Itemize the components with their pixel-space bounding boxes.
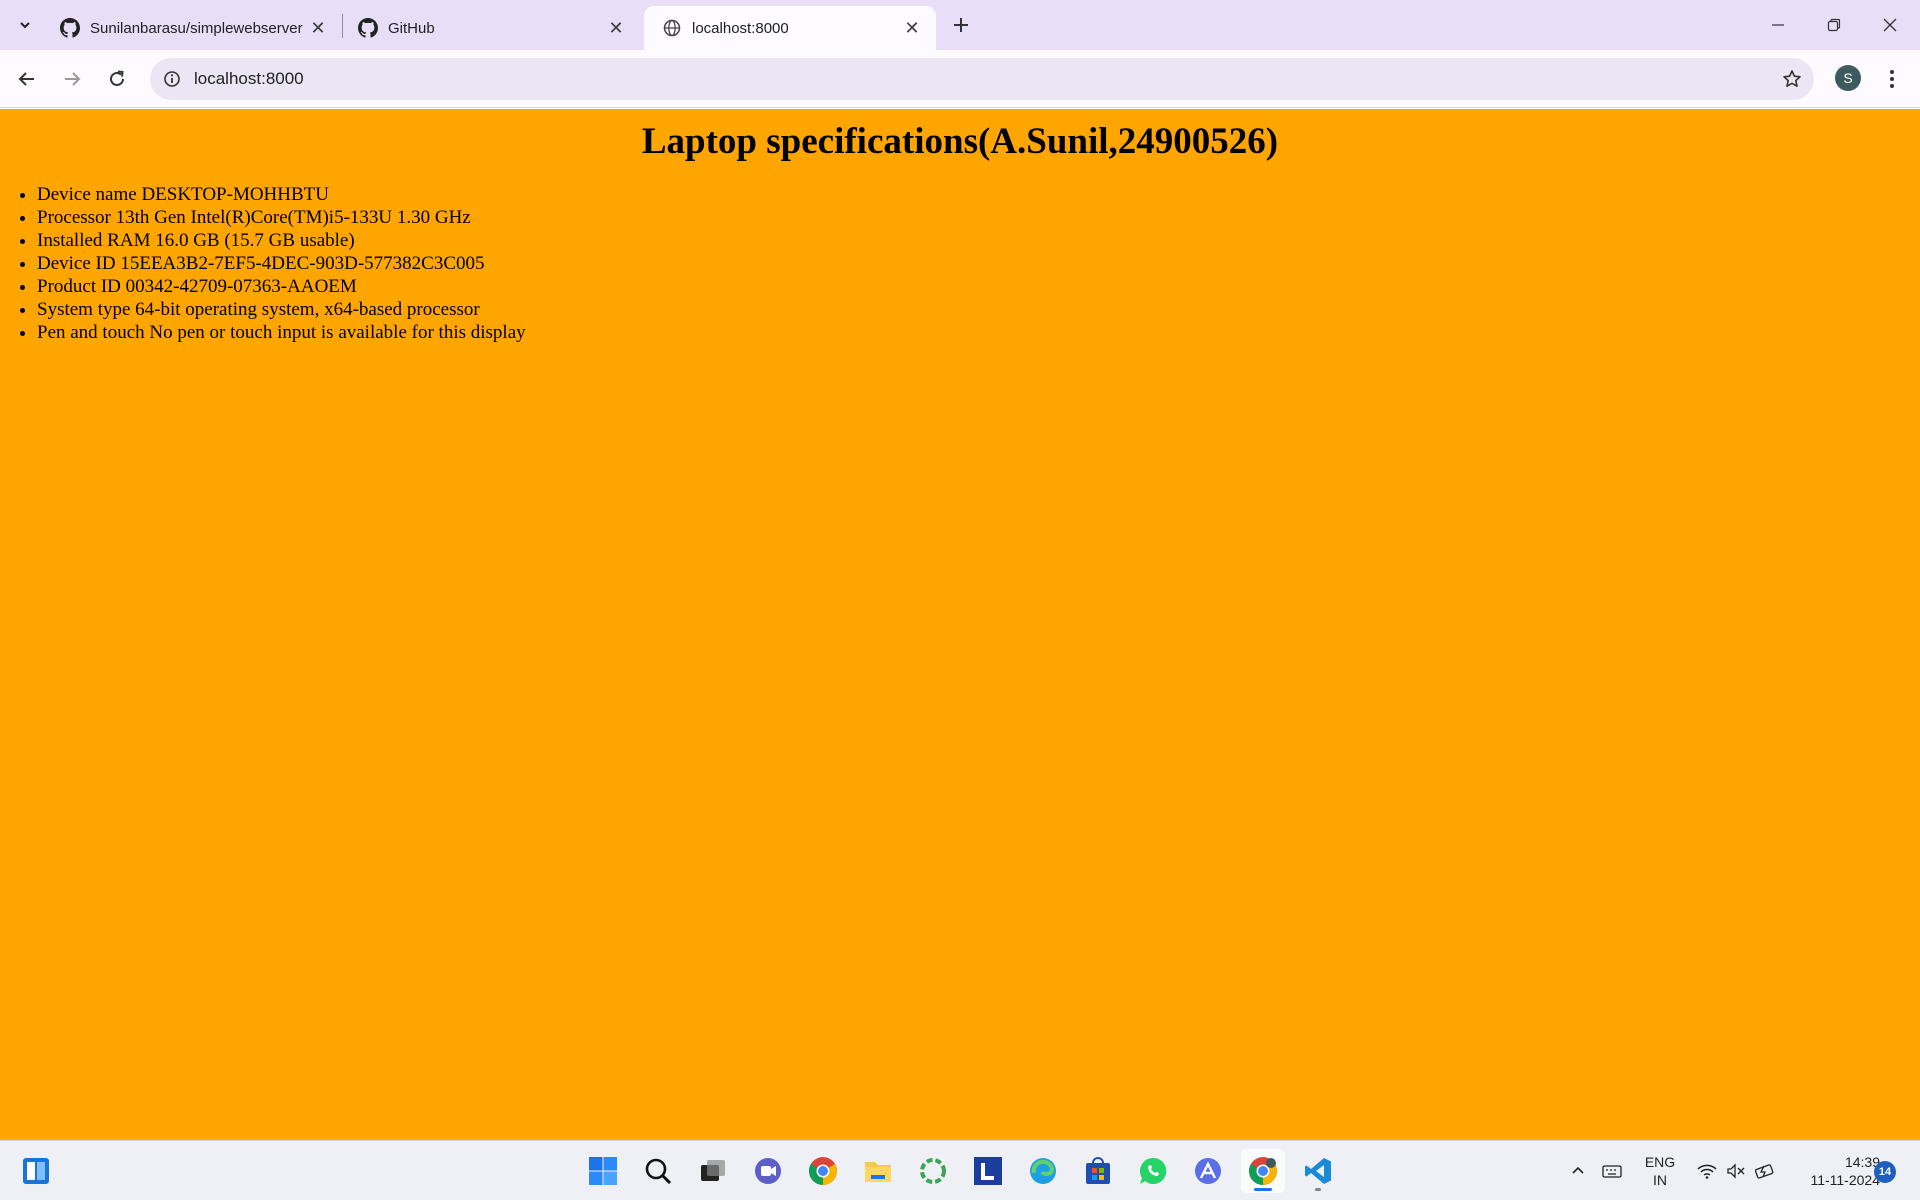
spec-item-device-id: Device ID 15EEA3B2-7EF5-4DEC-903D-577382…: [37, 252, 1920, 275]
restore-icon: [1827, 18, 1841, 32]
spec-item-system-type: System type 64-bit operating system, x64…: [37, 298, 1920, 321]
back-button[interactable]: [10, 62, 44, 96]
close-tab-icon[interactable]: ✕: [308, 18, 328, 38]
address-bar[interactable]: localhost:8000: [150, 58, 1814, 100]
meet-icon[interactable]: [746, 1149, 790, 1193]
speaker-muted-icon[interactable]: [1723, 1141, 1749, 1200]
tab-title: GitHub: [388, 19, 435, 37]
spec-item-ram: Installed RAM 16.0 GB (15.7 GB usable): [37, 229, 1920, 252]
tab-simplewebserver[interactable]: Sunilanbarasu/simplewebserver ✕: [42, 6, 342, 50]
minimize-button[interactable]: [1750, 0, 1806, 50]
tab-github[interactable]: GitHub ✕: [340, 6, 640, 50]
close-icon: [1883, 18, 1897, 32]
task-view-icon[interactable]: [691, 1149, 735, 1193]
reload-button[interactable]: [100, 62, 134, 96]
tab-title: localhost:8000: [692, 19, 789, 37]
clock-time: 14:39: [1844, 1154, 1880, 1170]
store-icon[interactable]: [1076, 1149, 1120, 1193]
profile-avatar[interactable]: S: [1835, 65, 1861, 91]
close-window-button[interactable]: [1862, 0, 1918, 50]
spec-list: Device name DESKTOP-MOHHBTU Processor 13…: [0, 183, 1920, 344]
chrome-profile-icon[interactable]: [1241, 1149, 1285, 1193]
web-page-content: Laptop specifications(A.Sunil,24900526) …: [0, 109, 1920, 1140]
chevron-down-icon: [20, 22, 30, 29]
new-tab-button[interactable]: [946, 10, 976, 40]
minimize-icon: [1772, 24, 1784, 26]
windows-start-icon[interactable]: [581, 1149, 625, 1193]
github-icon: [358, 18, 378, 38]
green-ring-app-icon[interactable]: [911, 1149, 955, 1193]
close-tab-icon[interactable]: ✕: [606, 18, 626, 38]
tab-search-button[interactable]: [10, 10, 40, 40]
battery-charging-icon[interactable]: [1752, 1141, 1778, 1200]
spec-item-pen-touch: Pen and touch No pen or touch input is a…: [37, 321, 1920, 344]
globe-icon: [662, 18, 682, 38]
search-icon[interactable]: [636, 1149, 680, 1193]
site-info-icon[interactable]: [150, 58, 194, 100]
restore-button[interactable]: [1806, 0, 1862, 50]
reload-icon: [110, 70, 124, 86]
url-text[interactable]: localhost:8000: [194, 69, 1770, 89]
vscode-icon[interactable]: [1296, 1149, 1340, 1193]
forward-button[interactable]: [55, 62, 89, 96]
github-icon: [60, 18, 80, 38]
file-explorer-icon[interactable]: [856, 1149, 900, 1193]
tab-strip: Sunilanbarasu/simplewebserver ✕ GitHub ✕…: [0, 0, 1920, 50]
notification-badge[interactable]: 14: [1874, 1161, 1896, 1183]
bookmark-star-icon[interactable]: [1770, 58, 1814, 100]
spec-item-product-id: Product ID 00342-42709-07363-AAOEM: [37, 275, 1920, 298]
clock-date: 11-11-2024: [1810, 1172, 1880, 1188]
vpn-app-icon[interactable]: [1186, 1149, 1230, 1193]
l-app-icon[interactable]: [966, 1149, 1010, 1193]
forward-arrow-icon: [65, 72, 81, 86]
language-indicator[interactable]: ENG IN: [1640, 1153, 1680, 1189]
tab-localhost[interactable]: localhost:8000 ✕: [644, 6, 936, 50]
chrome-icon[interactable]: [801, 1149, 845, 1193]
tab-title: Sunilanbarasu/simplewebserver: [90, 19, 303, 37]
widgets-icon[interactable]: [14, 1149, 58, 1193]
kebab-menu-icon: [1890, 70, 1894, 88]
system-clock[interactable]: 14:39 11-11-2024: [1790, 1153, 1880, 1189]
page-heading: Laptop specifications(A.Sunil,24900526): [641, 121, 1279, 162]
running-app-indicator: [1315, 1188, 1321, 1191]
active-app-indicator: [1254, 1188, 1272, 1191]
spec-item-processor: Processor 13th Gen Intel(R)Core(TM)i5-13…: [37, 206, 1920, 229]
spec-item-device-name: Device name DESKTOP-MOHHBTU: [37, 183, 1920, 206]
language-code: ENG: [1644, 1154, 1676, 1170]
whatsapp-icon[interactable]: [1131, 1149, 1175, 1193]
back-arrow-icon: [18, 72, 34, 86]
browser-menu-button[interactable]: [1880, 62, 1904, 96]
show-hidden-icons-chevron-up-icon[interactable]: [1566, 1141, 1590, 1200]
wifi-icon[interactable]: [1694, 1141, 1720, 1200]
region-code: IN: [1653, 1172, 1667, 1188]
browser-toolbar: localhost:8000 S: [0, 50, 1920, 108]
edge-icon[interactable]: [1021, 1149, 1065, 1193]
taskbar: ENG IN 14:39 11-11-2024 14: [0, 1140, 1920, 1200]
keyboard-icon[interactable]: [1598, 1141, 1626, 1200]
close-tab-icon[interactable]: ✕: [902, 18, 922, 38]
plus-icon: [954, 18, 968, 32]
